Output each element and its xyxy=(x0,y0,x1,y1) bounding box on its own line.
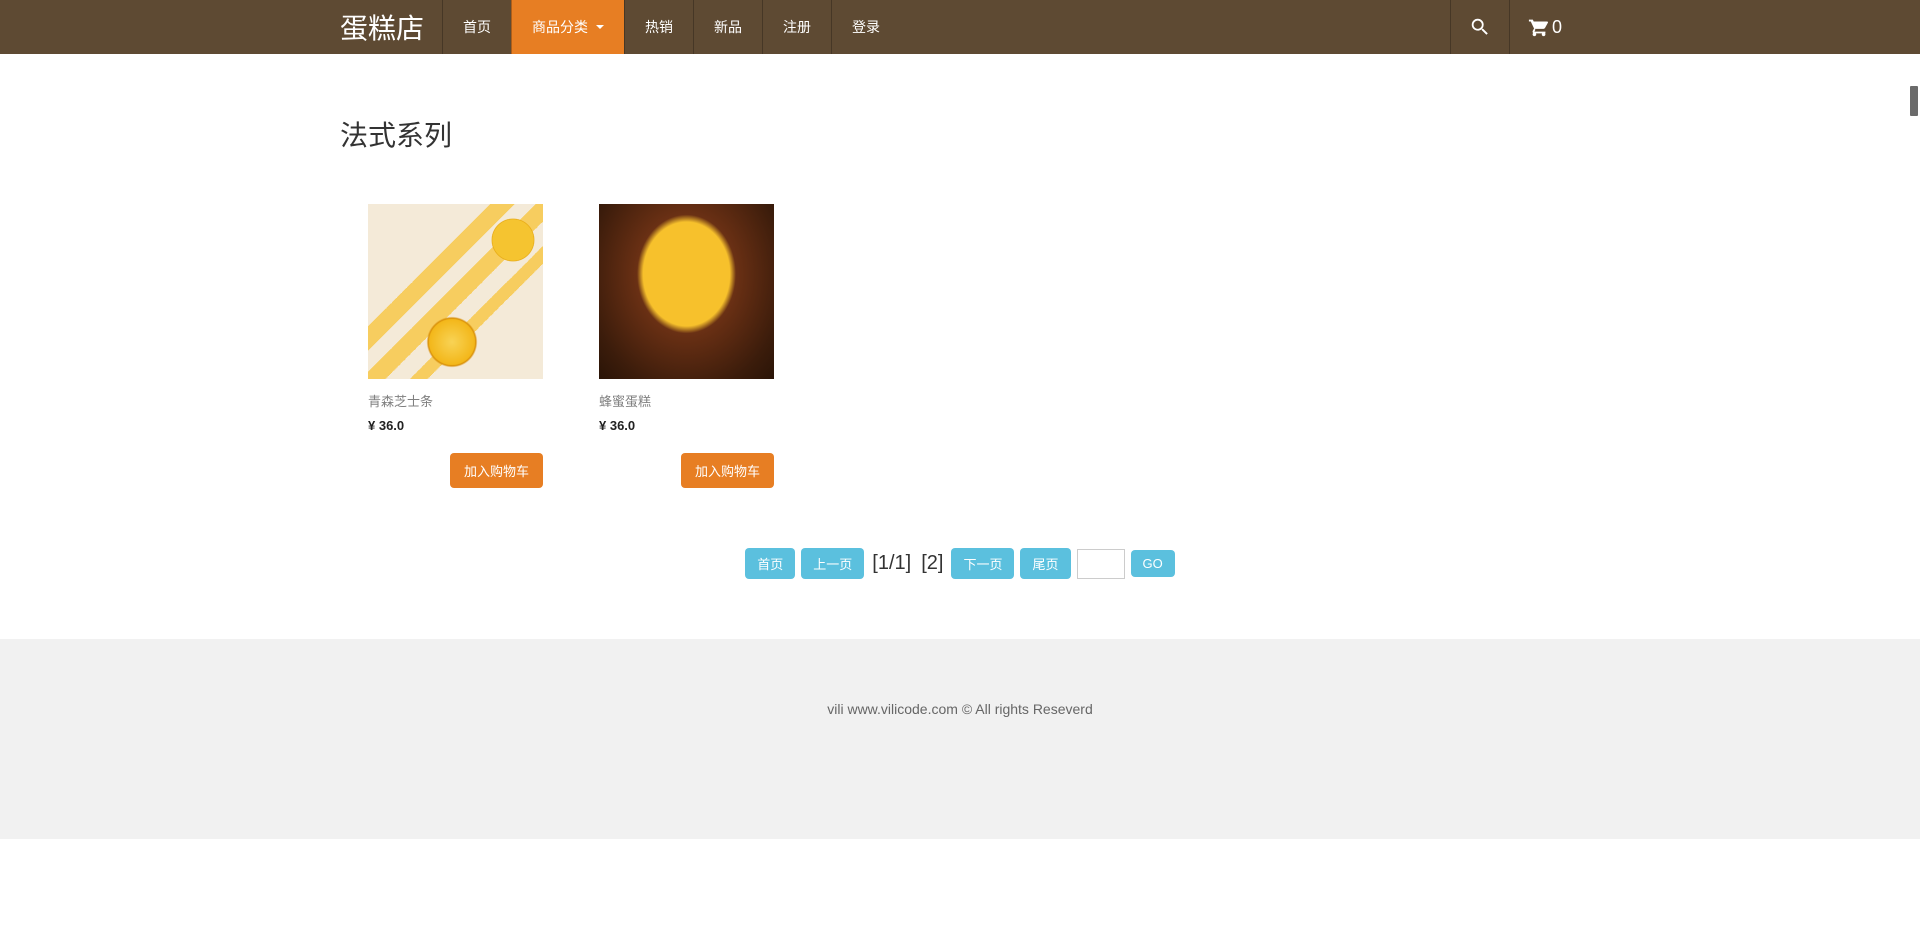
page-prev-button[interactable]: 上一页 xyxy=(801,548,864,579)
add-to-cart-button[interactable]: 加入购物车 xyxy=(450,453,543,488)
navbar-inner: 蛋糕店 首页 商品分类 热销 新品 注册 登录 0 xyxy=(340,0,1580,54)
cart-button[interactable]: 0 xyxy=(1509,0,1580,54)
main-container: 法式系列 青森芝士条 ¥ 36.0 加入购物车 蜂蜜蛋糕 ¥ 36.0 加入购物… xyxy=(340,54,1580,639)
footer: vili www.vilicode.com © All rights Resev… xyxy=(0,639,1920,839)
nav-spacer xyxy=(900,0,1450,54)
pagination: 首页 上一页 [1/1] [2] 下一页 尾页 GO xyxy=(340,548,1580,579)
page-first-button[interactable]: 首页 xyxy=(745,548,795,579)
page-next-button[interactable]: 下一页 xyxy=(951,548,1014,579)
search-icon xyxy=(1469,16,1491,38)
chevron-down-icon xyxy=(596,25,604,29)
nav-login[interactable]: 登录 xyxy=(831,0,900,54)
brand-logo[interactable]: 蛋糕店 xyxy=(340,0,442,54)
nav-categories-label: 商品分类 xyxy=(532,17,588,37)
page-info-current: [1/1] xyxy=(870,552,913,575)
navbar: 蛋糕店 首页 商品分类 热销 新品 注册 登录 0 xyxy=(0,0,1920,54)
page-number-input[interactable] xyxy=(1077,549,1125,579)
page-info-total: [2] xyxy=(919,552,945,575)
product-image[interactable] xyxy=(599,204,774,379)
search-button[interactable] xyxy=(1450,0,1509,54)
footer-text: vili www.vilicode.com © All rights Resev… xyxy=(827,701,1093,717)
product-price: ¥ 36.0 xyxy=(599,418,774,433)
nav-categories[interactable]: 商品分类 xyxy=(511,0,624,54)
nav-hot[interactable]: 热销 xyxy=(624,0,693,54)
product-name[interactable]: 蜂蜜蛋糕 xyxy=(599,391,774,410)
nav-register[interactable]: 注册 xyxy=(762,0,831,54)
cart-count: 0 xyxy=(1552,17,1562,38)
scroll-top-handle[interactable] xyxy=(1910,86,1918,116)
nav-home[interactable]: 首页 xyxy=(442,0,511,54)
product-grid: 青森芝士条 ¥ 36.0 加入购物车 蜂蜜蛋糕 ¥ 36.0 加入购物车 xyxy=(340,204,1580,488)
page-last-button[interactable]: 尾页 xyxy=(1020,548,1070,579)
page-title: 法式系列 xyxy=(340,114,1580,154)
add-to-cart-button[interactable]: 加入购物车 xyxy=(681,453,774,488)
product-name[interactable]: 青森芝士条 xyxy=(368,391,543,410)
nav-new[interactable]: 新品 xyxy=(693,0,762,54)
product-card: 蜂蜜蛋糕 ¥ 36.0 加入购物车 xyxy=(599,204,774,488)
page-go-button[interactable]: GO xyxy=(1131,550,1175,577)
cart-icon xyxy=(1528,16,1550,38)
product-card: 青森芝士条 ¥ 36.0 加入购物车 xyxy=(368,204,543,488)
product-price: ¥ 36.0 xyxy=(368,418,543,433)
product-image[interactable] xyxy=(368,204,543,379)
